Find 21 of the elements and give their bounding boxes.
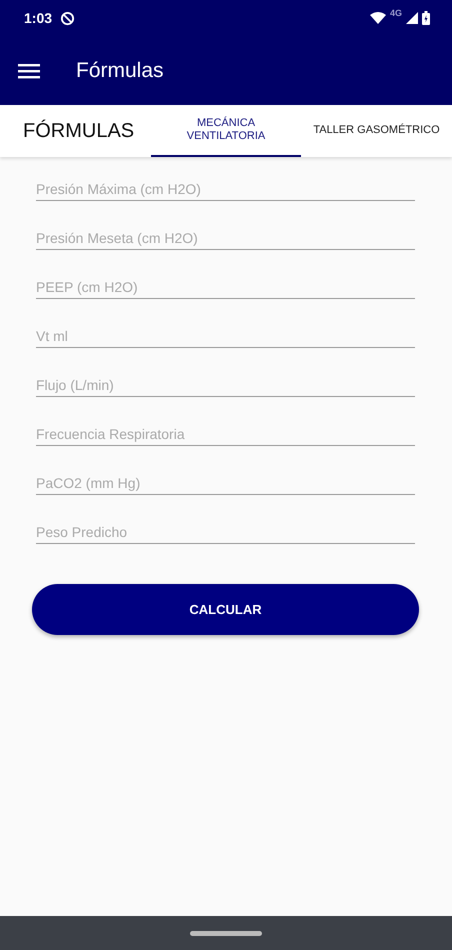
- app-title: Fórmulas: [76, 58, 164, 84]
- calculate-button[interactable]: CALCULAR: [32, 584, 419, 635]
- input-field[interactable]: Peso Predicho: [36, 513, 415, 544]
- input-field[interactable]: PaCO2 (mm Hg): [36, 464, 415, 495]
- input-field[interactable]: Flujo (L/min): [36, 366, 415, 397]
- input-field[interactable]: Frecuencia Respiratoria: [36, 415, 415, 446]
- tab[interactable]: MECÁNICA VENTILATORIA: [151, 105, 301, 157]
- tab-header-title: FÓRMULAS: [23, 118, 134, 144]
- signal-icon: [406, 12, 418, 24]
- input-field[interactable]: Presión Máxima (cm H2O): [36, 170, 415, 201]
- battery-icon: [422, 11, 430, 25]
- input-field[interactable]: Presión Meseta (cm H2O): [36, 219, 415, 250]
- status-time: 1:03: [24, 8, 52, 28]
- tab[interactable]: TALLER GASOMÉTRICO: [301, 105, 452, 157]
- input-field[interactable]: Vt ml: [36, 317, 415, 348]
- menu-icon[interactable]: [18, 62, 40, 78]
- home-indicator[interactable]: [190, 930, 262, 936]
- network-type: 4G: [390, 7, 402, 20]
- wifi-icon: [370, 12, 386, 24]
- app-notification-icon: [60, 10, 76, 26]
- input-field[interactable]: PEEP (cm H2O): [36, 268, 415, 299]
